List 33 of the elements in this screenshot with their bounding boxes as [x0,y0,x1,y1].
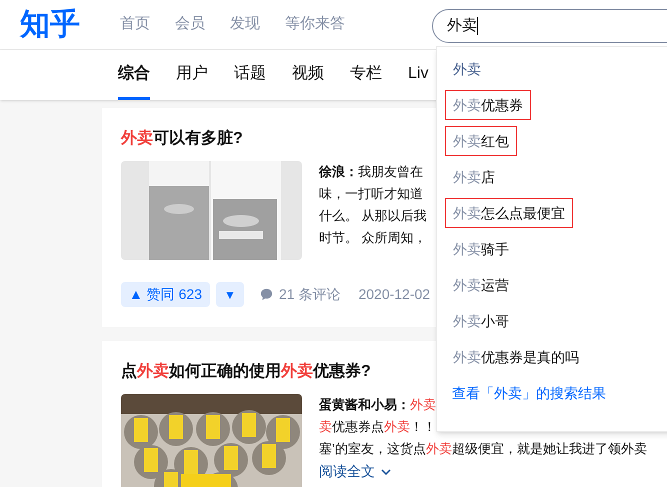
suggestion-item[interactable]: 外卖运营 [445,270,517,300]
tab[interactable]: 用户 [176,50,208,100]
logo[interactable]: 知乎 [20,10,90,40]
excerpt-line: 味，一打听才知道 [319,185,423,203]
excerpt-line: 塞’的室友，这货点外卖超级便宜，就是她让我进了领外卖 [319,440,647,458]
downvote-button[interactable]: ▼ [216,282,244,307]
result-title[interactable]: 点外卖如何正确的使用外卖优惠券? [121,362,371,382]
suggestion-item[interactable]: 外卖小哥 [445,306,517,336]
tab[interactable]: 话题 [234,50,266,100]
suggestion-item[interactable]: 外卖骑手 [445,234,517,264]
excerpt-line: 卖优惠券点外卖！！ [319,418,436,436]
chevron-down-icon [381,469,391,476]
tab[interactable]: Liv [408,50,428,100]
search-field[interactable]: 外卖 [432,9,667,43]
tab[interactable]: 综合 [118,50,150,100]
suggestion-item[interactable]: 外卖红包 [445,126,517,156]
comment-icon [260,288,273,301]
suggestion-item[interactable]: 外卖 [445,54,489,84]
suggestion-item[interactable]: 外卖店 [445,162,503,192]
suggestion-item[interactable]: 外卖怎么点最便宜 [445,198,573,228]
see-all-results-link[interactable]: 查看「外卖」的搜索结果 [452,382,606,404]
upvote-button[interactable]: ▲ 赞同 623 [121,282,210,307]
result-title[interactable]: 外卖可以有多脏? [121,129,243,149]
tab[interactable]: 视频 [292,50,324,100]
excerpt-line: 时节。 众所周知， [319,229,427,247]
tab[interactable]: 专栏 [350,50,382,100]
post-date: 2020-12-02 [358,285,430,304]
suggestion-item[interactable]: 外卖优惠券 [445,90,531,120]
excerpt-line: 蛋黄酱和小易：外卖 [319,396,436,414]
suggestion-item[interactable]: 外卖优惠券是真的吗 [445,342,587,372]
excerpt-line: 徐浪：我朋友曾在 [319,163,423,181]
excerpt-line: 什么。 从那以后我 [319,207,427,225]
read-more-link[interactable]: 阅读全文 [319,460,391,482]
